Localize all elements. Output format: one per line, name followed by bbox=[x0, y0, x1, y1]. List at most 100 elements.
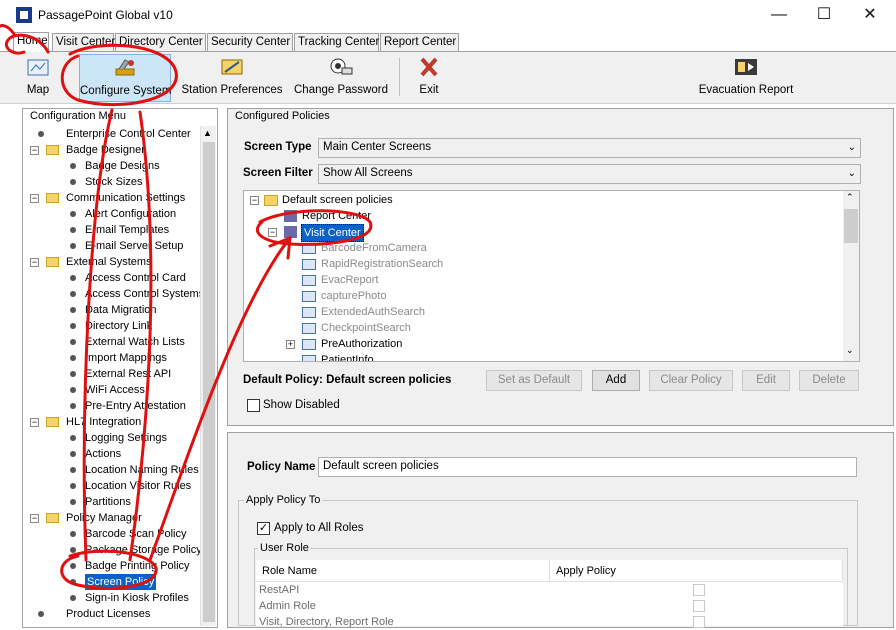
expand-icon[interactable]: + bbox=[286, 340, 295, 349]
screen-filter-select[interactable]: Show All Screens ⌄ bbox=[318, 164, 861, 184]
configuration-menu-tree: Enterprise Control Center − Badge Designer… bbox=[28, 126, 200, 626]
collapse-icon[interactable]: − bbox=[268, 228, 277, 237]
scrollbar-thumb[interactable] bbox=[844, 209, 858, 243]
menu-item-location-visitor-rules[interactable]: Location Visitor Rules bbox=[28, 478, 200, 494]
tree-node-visit-center[interactable]: − Visit Center bbox=[268, 224, 408, 242]
menu-item-import-mappings[interactable]: Import Mappings bbox=[28, 350, 200, 366]
tree-node-rapidregistrationsearch[interactable]: RapidRegistrationSearch bbox=[292, 256, 492, 272]
tree-node-checkpointsearch[interactable]: CheckpointSearch bbox=[292, 320, 492, 336]
apply-policy-checkbox[interactable] bbox=[693, 584, 705, 596]
table-row[interactable]: RestAPI bbox=[256, 582, 843, 598]
policy-name-field[interactable]: Default screen policies bbox=[318, 457, 857, 477]
edit-button[interactable]: Edit bbox=[742, 370, 790, 391]
menu-item-product-licenses[interactable]: Product Licenses bbox=[28, 606, 200, 622]
tab-security-center[interactable]: Security Center bbox=[207, 33, 293, 51]
menu-item-sign-in-kiosk-profiles[interactable]: Sign-in Kiosk Profiles bbox=[28, 590, 200, 606]
menu-item-barcode-scan-policy[interactable]: Barcode Scan Policy bbox=[28, 526, 200, 542]
menu-item-screen-policy[interactable]: Screen Policy bbox=[28, 574, 200, 590]
table-row[interactable]: Visit, Directory, Report Role bbox=[256, 614, 843, 630]
tab-home[interactable]: Home bbox=[13, 32, 49, 52]
menu-item-wifi-access[interactable]: WiFi Access bbox=[28, 382, 200, 398]
close-button[interactable]: ✕ bbox=[847, 0, 893, 30]
map-button[interactable]: Map bbox=[14, 54, 62, 102]
screen-type-select[interactable]: Main Center Screens ⌄ bbox=[318, 138, 861, 158]
exit-button[interactable]: Exit bbox=[410, 54, 448, 102]
scroll-up-icon[interactable]: ▲ bbox=[203, 128, 212, 138]
configuration-menu-scrollbar[interactable]: ▲ bbox=[200, 126, 216, 626]
policy-tree-scrollbar[interactable]: ⌃ ⌄ bbox=[843, 191, 859, 361]
scroll-up-icon[interactable]: ⌃ bbox=[846, 192, 854, 203]
table-row[interactable]: Admin Role bbox=[256, 598, 843, 614]
tree-node-extendedauthsearch[interactable]: ExtendedAuthSearch bbox=[292, 304, 492, 320]
collapse-icon[interactable]: − bbox=[30, 514, 39, 523]
screen-icon bbox=[302, 339, 316, 350]
menu-item-policy-manager[interactable]: − Policy Manager bbox=[28, 510, 200, 526]
menu-item-access-control-card[interactable]: Access Control Card bbox=[28, 270, 200, 286]
delete-button[interactable]: Delete bbox=[799, 370, 859, 391]
configure-system-button[interactable]: Configure System bbox=[79, 54, 171, 102]
menu-item-enterprise-control-center[interactable]: Enterprise Control Center bbox=[28, 126, 200, 142]
tree-node-evacreport[interactable]: EvacReport bbox=[292, 272, 492, 288]
exit-x-icon bbox=[417, 56, 441, 78]
tab-visit-center[interactable]: Visit Center bbox=[52, 33, 115, 51]
apply-policy-checkbox[interactable] bbox=[693, 600, 705, 612]
menu-item-data-migration[interactable]: Data Migration bbox=[28, 302, 200, 318]
menu-item-communication-settings[interactable]: − Communication Settings bbox=[28, 190, 200, 206]
bullet-icon bbox=[38, 611, 44, 617]
minimize-button[interactable]: — bbox=[756, 0, 802, 30]
station-preferences-button[interactable]: Station Preferences bbox=[180, 54, 284, 102]
collapse-icon[interactable]: − bbox=[250, 196, 259, 205]
menu-item-badge-designer[interactable]: − Badge Designer bbox=[28, 142, 200, 158]
evacuation-report-button[interactable]: Evacuation Report bbox=[696, 54, 796, 102]
scroll-down-icon[interactable]: ⌄ bbox=[846, 345, 854, 356]
tab-directory-center[interactable]: Directory Center bbox=[115, 33, 206, 51]
menu-item-external-watch-lists[interactable]: External Watch Lists bbox=[28, 334, 200, 350]
menu-item-pre-entry-attestation[interactable]: Pre-Entry Attestation bbox=[28, 398, 200, 414]
screen-filter-label: Screen Filter bbox=[243, 167, 313, 179]
tree-root-node[interactable]: − Default screen policies bbox=[250, 192, 410, 208]
menu-item-e-mail-templates[interactable]: E-mail Templates bbox=[28, 222, 200, 238]
add-button[interactable]: Add bbox=[592, 370, 640, 391]
clear-policy-button[interactable]: Clear Policy bbox=[649, 370, 733, 391]
collapse-icon[interactable]: − bbox=[30, 258, 39, 267]
apply-all-roles-checkbox[interactable]: ✓ bbox=[257, 522, 270, 535]
menu-item-alert-configuration[interactable]: Alert Configuration bbox=[28, 206, 200, 222]
menu-item-badge-designs[interactable]: Badge Designs bbox=[28, 158, 200, 174]
menu-item-e-mail-server-setup[interactable]: E-mail Server Setup bbox=[28, 238, 200, 254]
folder-icon bbox=[46, 417, 59, 427]
menu-item-badge-printing-policy[interactable]: Badge Printing Policy bbox=[28, 558, 200, 574]
collapse-icon[interactable]: − bbox=[30, 194, 39, 203]
column-header-role-name[interactable]: Role Name bbox=[256, 560, 550, 582]
menu-item-external-systems[interactable]: − External Systems bbox=[28, 254, 200, 270]
chevron-down-icon: ⌄ bbox=[847, 142, 856, 153]
column-header-apply-policy[interactable]: Apply Policy bbox=[550, 560, 843, 582]
tree-node-report-center[interactable]: Report Center bbox=[282, 208, 422, 224]
tab-report-center[interactable]: Report Center bbox=[380, 33, 459, 51]
menu-item-actions[interactable]: Actions bbox=[28, 446, 200, 462]
menu-item-hl7-integration[interactable]: − HL7 Integration bbox=[28, 414, 200, 430]
tree-node-barcodefromcamera[interactable]: BarcodeFromCamera bbox=[292, 240, 492, 256]
menu-item-stock-sizes[interactable]: Stock Sizes bbox=[28, 174, 200, 190]
tab-tracking-center[interactable]: Tracking Center bbox=[294, 33, 379, 51]
tree-node-patientinfo[interactable]: PatientInfo bbox=[292, 352, 492, 361]
bullet-icon bbox=[70, 387, 76, 393]
apply-policy-checkbox[interactable] bbox=[693, 616, 705, 628]
change-password-button[interactable]: Change Password bbox=[291, 54, 391, 102]
set-as-default-button[interactable]: Set as Default bbox=[486, 370, 582, 391]
bullet-icon bbox=[70, 547, 76, 553]
maximize-button[interactable]: ☐ bbox=[801, 0, 847, 30]
screen-type-label: Screen Type bbox=[244, 141, 312, 153]
menu-item-logging-settings[interactable]: Logging Settings bbox=[28, 430, 200, 446]
show-disabled-checkbox[interactable] bbox=[247, 399, 260, 412]
tree-node-preauthorization[interactable]: + PreAuthorization bbox=[286, 336, 492, 352]
collapse-icon[interactable]: − bbox=[30, 418, 39, 427]
tree-node-capturephoto[interactable]: capturePhoto bbox=[292, 288, 492, 304]
scrollbar-thumb[interactable] bbox=[203, 142, 215, 622]
menu-item-package-storage-policy[interactable]: Package Storage Policy bbox=[28, 542, 200, 558]
menu-item-external-rest-api[interactable]: External Rest API bbox=[28, 366, 200, 382]
menu-item-partitions[interactable]: Partitions bbox=[28, 494, 200, 510]
menu-item-location-naming-rules[interactable]: Location Naming Rules bbox=[28, 462, 200, 478]
menu-item-access-control-systems[interactable]: Access Control Systems bbox=[28, 286, 200, 302]
collapse-icon[interactable]: − bbox=[30, 146, 39, 155]
menu-item-directory-link[interactable]: Directory Link bbox=[28, 318, 200, 334]
